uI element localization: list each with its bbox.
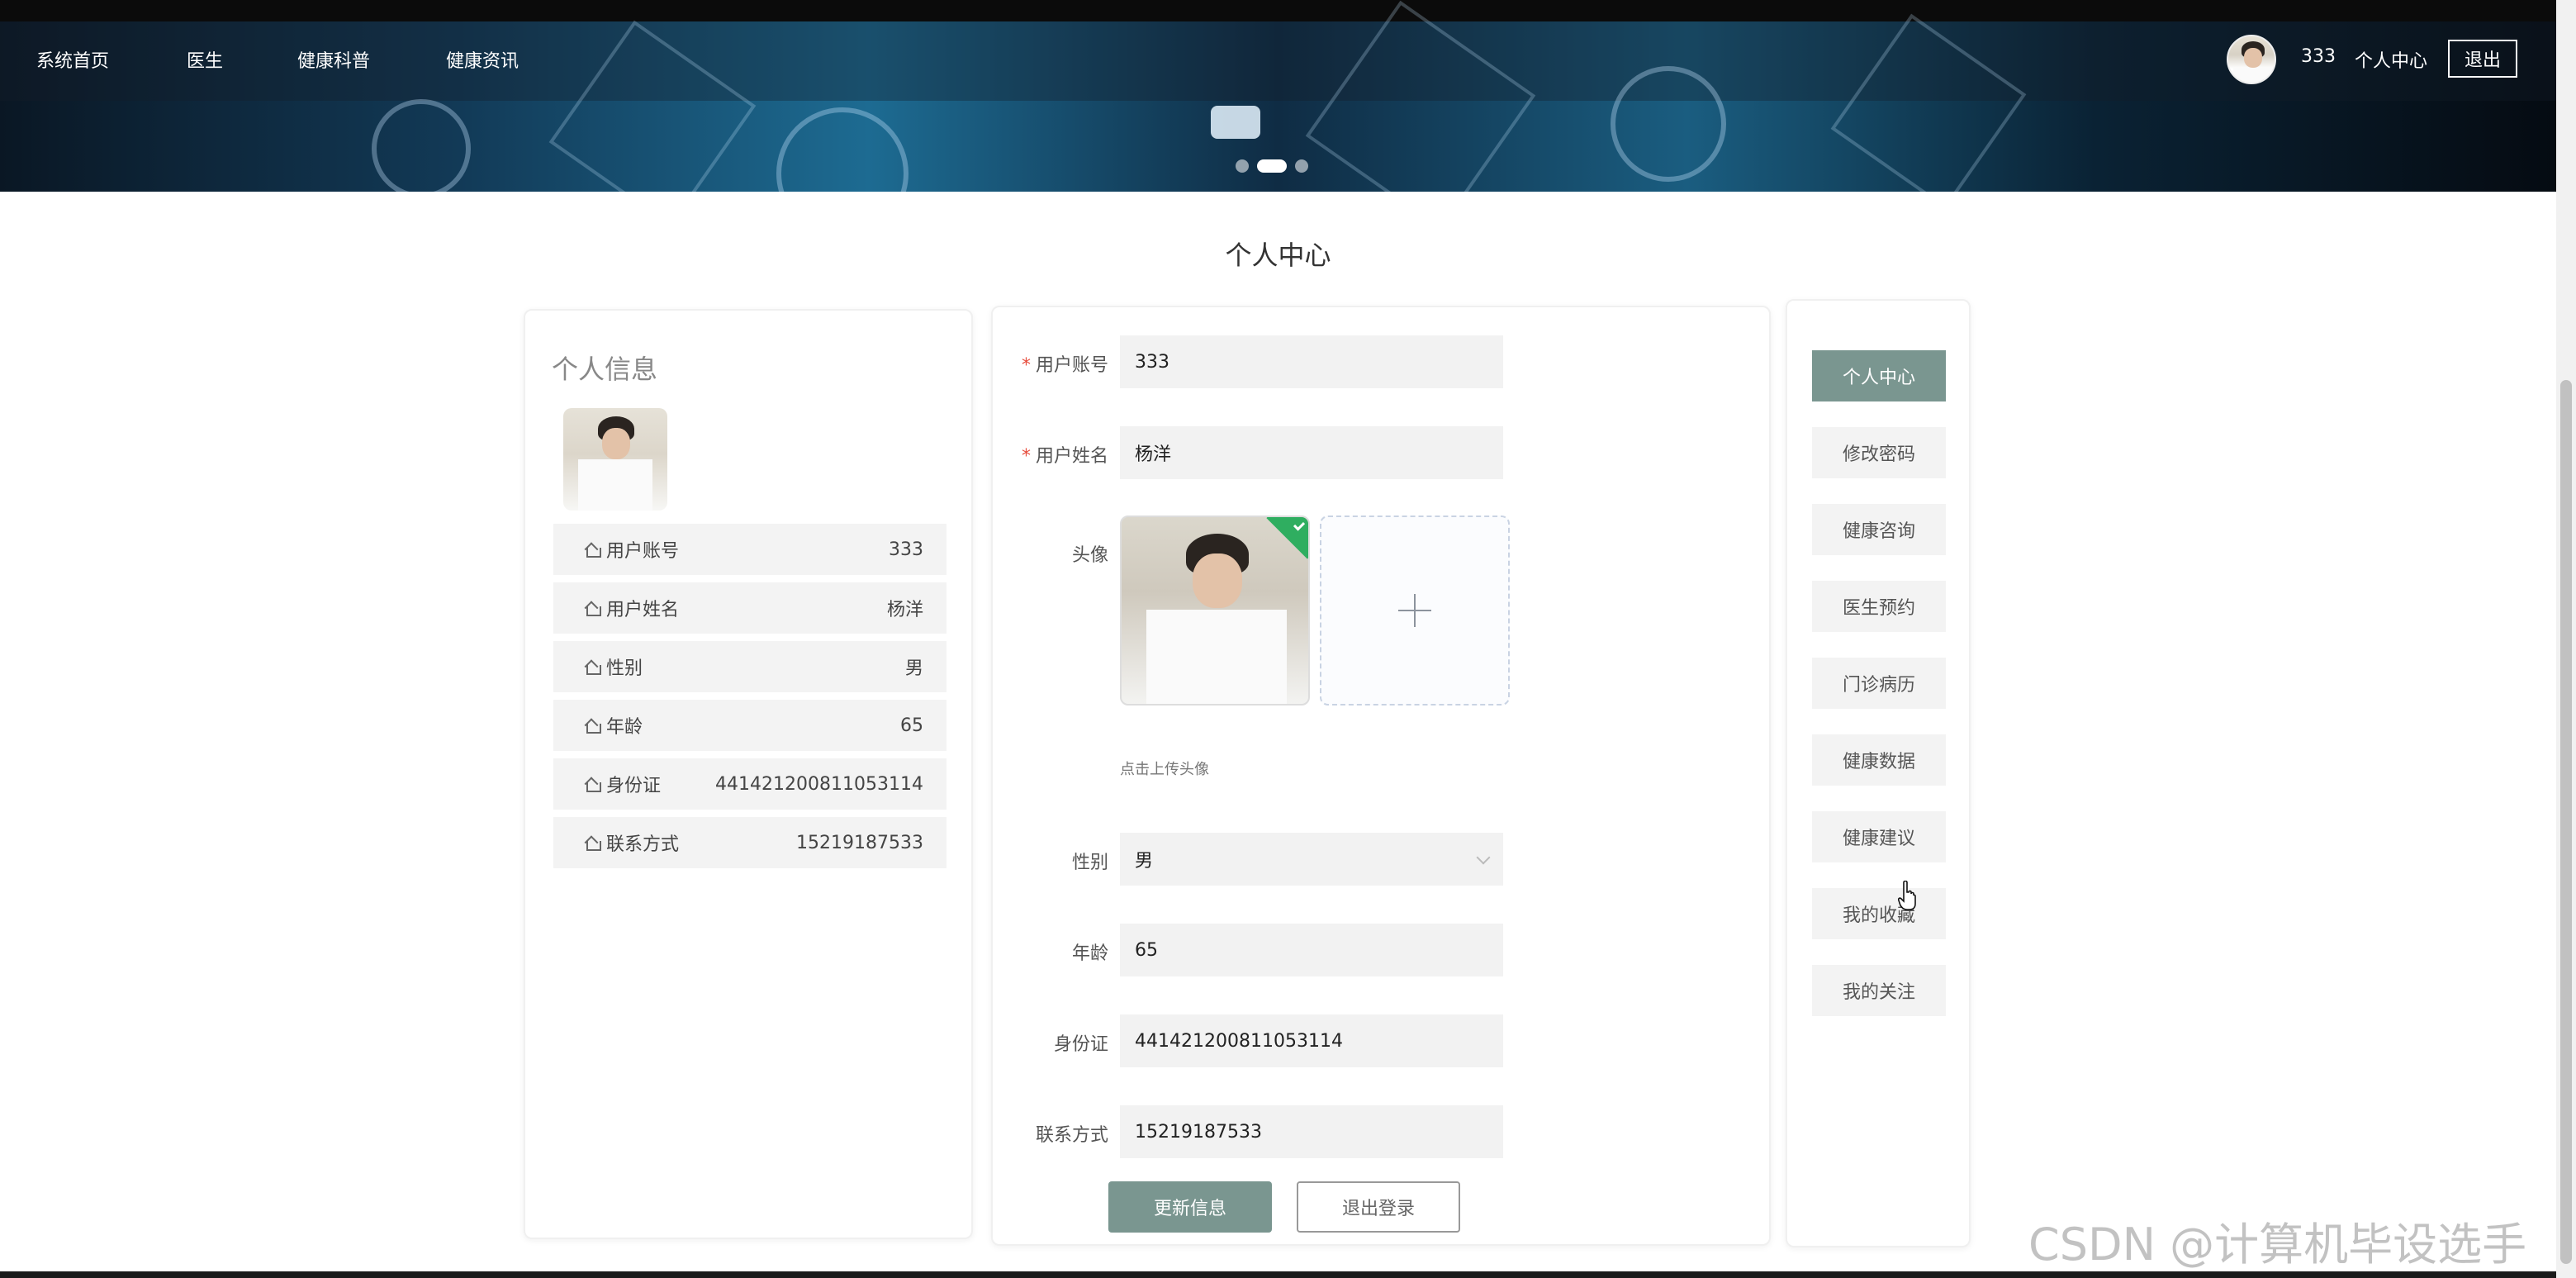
info-list: 用户账号 333 用户姓名 杨洋 性别 男 年龄 65 身份证 44142120… [553,524,946,876]
carousel-dot[interactable] [1295,159,1308,173]
carousel-indicators [1236,159,1308,173]
id-card-input[interactable]: 441421200811053114 [1120,1014,1503,1067]
info-row-phone: 联系方式 15219187533 [553,817,946,868]
header-personal-center[interactable]: 个人中心 [2355,46,2427,73]
phone-label: 联系方式 [1035,1125,1108,1146]
phone-input[interactable]: 15219187533 [1120,1105,1503,1158]
info-value: 333 [889,539,923,560]
form-row-id-card: 身份证 441421200811053114 [993,1014,1772,1067]
info-title: 个人信息 [552,354,658,385]
chevron-down-icon [1476,850,1491,865]
nav-doctor[interactable]: 医生 [187,46,223,73]
side-item-health-data[interactable]: 健康数据 [1812,734,1946,786]
home-icon [585,601,601,616]
home-icon [585,836,601,851]
info-value: 男 [904,658,923,679]
info-label: 用户姓名 [606,600,680,620]
banner-decoration [372,99,471,192]
age-input[interactable]: 65 [1120,924,1503,976]
info-value: 15219187533 [796,832,923,853]
plus-icon [1398,594,1431,627]
carousel-dot[interactable] [1236,159,1249,173]
side-item-personal-center[interactable]: 个人中心 [1812,350,1946,401]
form-row-name: * 用户姓名 杨洋 [993,426,1772,479]
info-label: 身份证 [606,776,662,796]
navbar-overlay [0,21,2556,101]
account-label: 用户账号 [1035,355,1108,376]
carousel-dot-active[interactable] [1257,159,1287,173]
gender-select-value: 男 [1135,851,1154,872]
side-item-my-favorites[interactable]: 我的收藏 [1812,888,1946,939]
watermark: CSDN @计算机毕设选手 [2028,1219,2527,1271]
age-label: 年龄 [1071,943,1108,964]
form-row-phone: 联系方式 15219187533 [993,1105,1772,1158]
avatar-label: 头像 [1071,545,1108,566]
banner-highlight [1211,106,1260,139]
nav-home[interactable]: 系统首页 [36,46,109,73]
side-menu-panel: 个人中心 修改密码 健康咨询 医生预约 门诊病历 健康数据 健康建议 我的收藏 … [1786,299,1971,1247]
header-avatar[interactable] [2227,35,2276,84]
nav-health-science[interactable]: 健康科普 [297,46,370,73]
side-item-my-follows[interactable]: 我的关注 [1812,965,1946,1016]
form-row-account: * 用户账号 333 [993,335,1772,388]
name-label: 用户姓名 [1035,446,1108,467]
info-row-gender: 性别 男 [553,641,946,692]
personal-info-panel: 个人信息 用户账号 333 用户姓名 杨洋 性别 男 年龄 65 身份证 441… [524,309,973,1239]
side-item-medical-records[interactable]: 门诊病历 [1812,658,1946,709]
side-item-health-consult[interactable]: 健康咨询 [1812,504,1946,555]
home-icon [585,543,601,558]
info-value: 65 [900,715,923,736]
gender-select[interactable]: 男 [1120,833,1503,886]
info-label: 年龄 [606,717,643,738]
top-strip [0,0,2556,21]
form-row-gender: 性别 男 [993,833,1772,886]
home-icon [585,660,601,675]
header-logout-button[interactable]: 退出 [2448,40,2517,78]
info-label: 用户账号 [606,541,680,562]
banner-decoration [776,107,908,192]
side-menu: 个人中心 修改密码 健康咨询 医生预约 门诊病历 健康数据 健康建议 我的收藏 … [1812,350,1946,1042]
page-scrollbar[interactable] [2556,0,2576,1278]
avatar-upload-button[interactable] [1320,515,1510,706]
required-mark: * [1021,446,1031,467]
info-row-name: 用户姓名 杨洋 [553,582,946,634]
id-card-label: 身份证 [1053,1034,1108,1055]
nav-health-news[interactable]: 健康资讯 [446,46,519,73]
side-item-doctor-appointment[interactable]: 医生预约 [1812,581,1946,632]
info-row-id-card: 身份证 441421200811053114 [553,758,946,810]
info-row-account: 用户账号 333 [553,524,946,575]
upload-hint: 点击上传头像 [1120,761,1209,778]
update-info-button[interactable]: 更新信息 [1108,1181,1272,1233]
side-item-health-advice[interactable]: 健康建议 [1812,811,1946,862]
info-value: 杨洋 [886,600,923,620]
check-icon [1293,519,1306,531]
profile-form-panel: * 用户账号 333 * 用户姓名 杨洋 头像 点击上传头像 性别 男 年龄 65 … [991,306,1771,1246]
account-input[interactable]: 333 [1120,335,1503,388]
info-label: 性别 [606,658,643,679]
name-input[interactable]: 杨洋 [1120,426,1503,479]
info-value: 441421200811053114 [715,773,923,795]
header-username: 333 [2301,46,2336,67]
page-title: 个人中心 [1225,240,1331,271]
banner-decoration [1611,66,1726,182]
uploaded-avatar[interactable] [1120,515,1310,706]
upload-success-badge [1266,517,1308,559]
header-banner: 系统首页 医生 健康科普 健康资讯 333 个人中心 退出 [0,0,2556,192]
info-avatar [563,408,667,511]
logout-button[interactable]: 退出登录 [1297,1181,1460,1233]
home-icon [585,777,601,792]
hand-cursor-icon [1898,881,1916,910]
gender-label: 性别 [1071,853,1108,873]
required-mark: * [1021,355,1031,376]
scrollbar-thumb[interactable] [2560,380,2572,1264]
form-row-age: 年龄 65 [993,924,1772,976]
side-item-change-password[interactable]: 修改密码 [1812,427,1946,478]
info-row-age: 年龄 65 [553,700,946,751]
info-label: 联系方式 [606,834,680,855]
home-icon [585,719,601,734]
